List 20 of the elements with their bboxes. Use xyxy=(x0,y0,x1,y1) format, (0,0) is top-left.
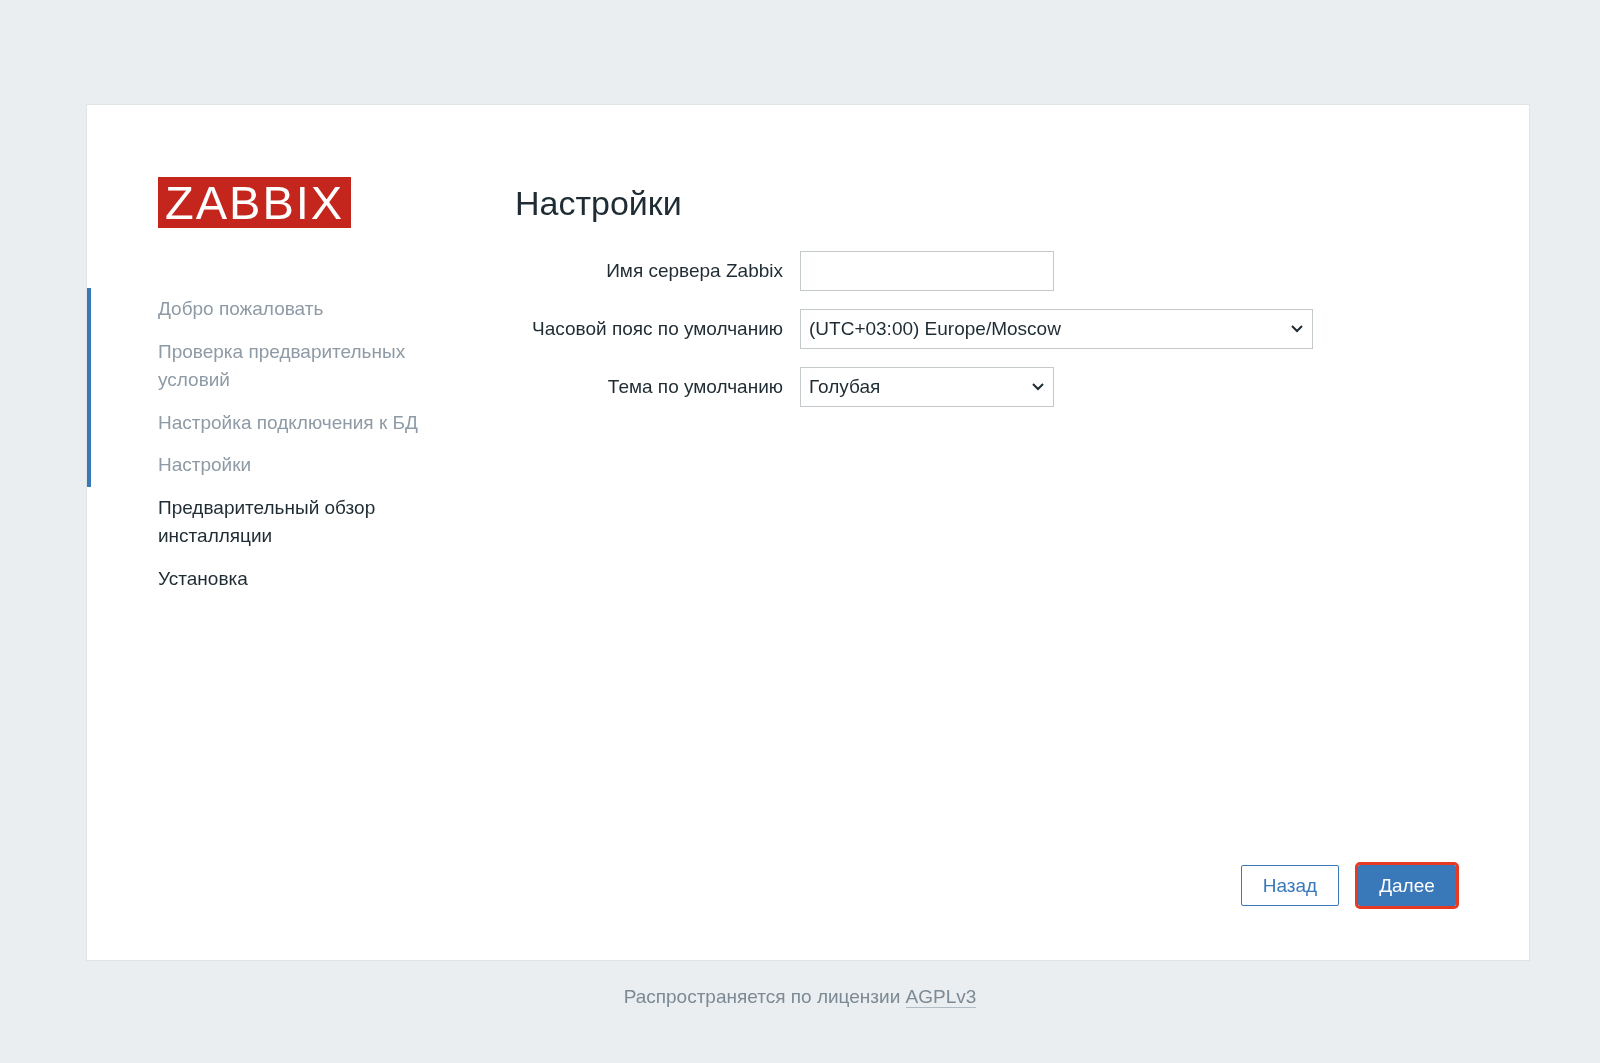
dropdown-select[interactable]: (UTC+03:00) Europe/Moscow xyxy=(800,309,1313,349)
field-label: Тема по умолчанию xyxy=(606,376,783,398)
step-label: Предварительный обзор инсталляции xyxy=(158,495,377,548)
step-label: Проверка предварительных условий xyxy=(158,339,407,392)
dropdown-select[interactable]: Голубая xyxy=(800,367,1054,407)
step-label: Добро пожаловать xyxy=(158,297,325,321)
step-label: Установка xyxy=(158,566,249,591)
license-text: Распространяется по лицензии xyxy=(623,986,901,1007)
back-button[interactable]: Назад xyxy=(1241,865,1339,906)
zabbix-logo: ZABBIX xyxy=(158,177,352,228)
step-label: Настройка подключения к БД xyxy=(158,410,419,435)
server-name-input[interactable] xyxy=(800,251,1054,291)
next-button[interactable]: Далее xyxy=(1358,865,1456,906)
step-label: Настройки xyxy=(158,453,253,477)
field-label: Часовой пояс по умолчанию xyxy=(531,318,783,340)
license-link[interactable]: AGPLv3 xyxy=(905,986,977,1008)
chevron-down-icon xyxy=(1031,382,1045,392)
field-label: Имя сервера Zabbix xyxy=(605,260,783,282)
page-title: Настройки xyxy=(515,183,683,223)
chevron-down-icon xyxy=(1290,324,1304,334)
